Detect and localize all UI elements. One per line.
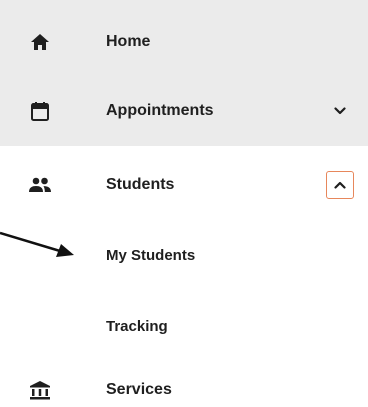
chevron-down-icon[interactable]	[326, 97, 354, 125]
nav-item-appointments[interactable]: Appointments	[0, 76, 368, 146]
chevron-up-icon	[334, 181, 346, 189]
people-icon	[26, 171, 54, 199]
sidebar-nav: Home Appointments Students My Students T…	[0, 0, 368, 407]
collapse-students-button[interactable]	[326, 171, 354, 199]
nav-item-home-label: Home	[106, 33, 151, 50]
nav-subitem-tracking[interactable]: Tracking	[0, 291, 368, 361]
nav-item-students-label: Students	[106, 176, 175, 193]
nav-item-appointments-label: Appointments	[106, 102, 214, 119]
nav-item-students[interactable]: Students	[0, 150, 368, 220]
nav-subitem-tracking-label: Tracking	[106, 317, 168, 335]
bank-icon	[26, 376, 54, 404]
home-icon	[26, 28, 54, 56]
nav-item-services-label: Services	[106, 381, 172, 398]
nav-item-home[interactable]: Home	[0, 7, 368, 77]
calendar-icon	[26, 97, 54, 125]
nav-subitem-my-students-label: My Students	[106, 246, 196, 264]
nav-item-services[interactable]: Services	[0, 355, 368, 407]
nav-subitem-my-students[interactable]: My Students	[0, 220, 368, 290]
